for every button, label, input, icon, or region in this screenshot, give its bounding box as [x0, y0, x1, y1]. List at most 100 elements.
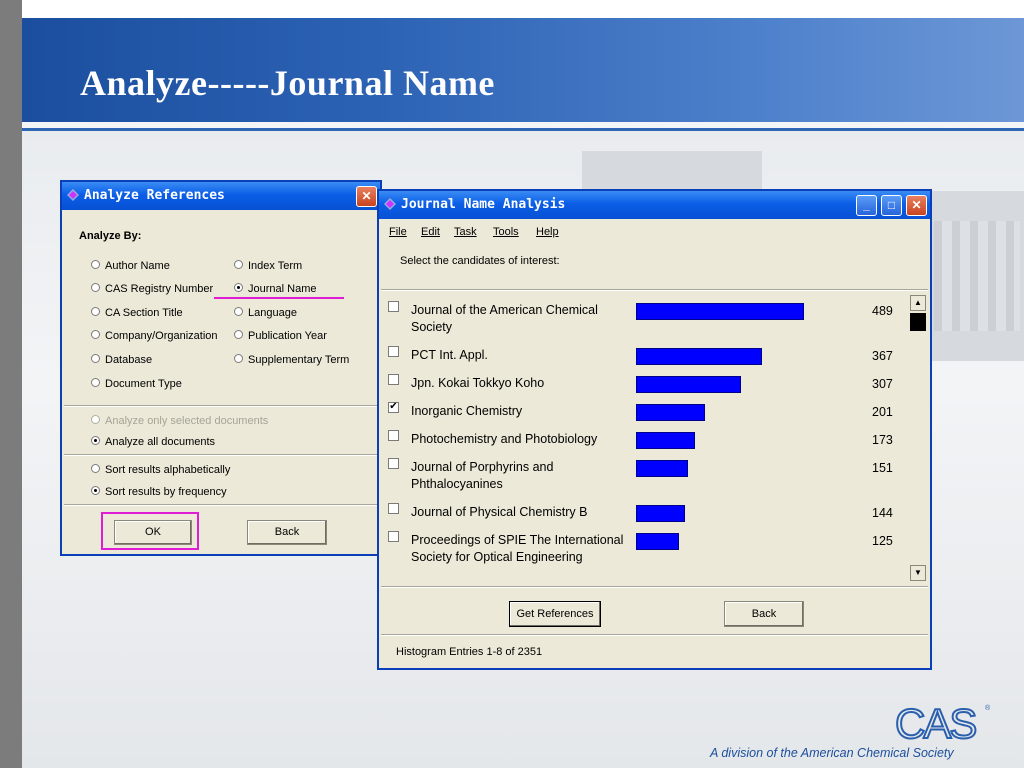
- journal-count: 125: [872, 534, 893, 548]
- radio-analyze-selected[interactable]: [91, 415, 100, 424]
- maximize-icon[interactable]: □: [881, 195, 902, 216]
- option-index-term[interactable]: Index Term: [248, 260, 302, 272]
- row-checkbox[interactable]: [388, 531, 399, 542]
- radio-publication-year[interactable]: [234, 330, 243, 339]
- option-publication-year[interactable]: Publication Year: [248, 330, 327, 342]
- close-icon[interactable]: ✕: [356, 186, 377, 207]
- analyze-references-titlebar[interactable]: Analyze References ✕: [62, 182, 380, 210]
- app-diamond-icon: [384, 198, 396, 210]
- close-icon[interactable]: ✕: [906, 195, 927, 216]
- histogram-bar: [636, 404, 705, 421]
- row-checkbox[interactable]: [388, 374, 399, 385]
- divider: [64, 454, 378, 456]
- journal-analysis-titlebar[interactable]: Journal Name Analysis _ □ ✕: [379, 191, 930, 219]
- row-checkbox[interactable]: [388, 430, 399, 441]
- journal-name[interactable]: Proceedings of SPIE The International So…: [411, 532, 629, 566]
- journal-name-highlight-underline: [214, 297, 344, 299]
- menu-tools[interactable]: Tools: [493, 226, 519, 238]
- menu-task[interactable]: Task: [454, 226, 477, 238]
- back-button[interactable]: Back: [724, 601, 804, 627]
- back-button[interactable]: Back: [247, 520, 327, 545]
- histogram-bar: [636, 303, 804, 320]
- option-ca-section-title[interactable]: CA Section Title: [105, 307, 183, 319]
- radio-author-name[interactable]: [91, 260, 100, 269]
- journal-count: 489: [872, 304, 893, 318]
- divider: [381, 586, 928, 588]
- row-checkbox[interactable]: [388, 301, 399, 312]
- scroll-up-icon[interactable]: ▲: [910, 295, 926, 311]
- journal-count: 144: [872, 506, 893, 520]
- option-journal-name[interactable]: Journal Name: [248, 283, 316, 295]
- menu-help-label: Help: [536, 226, 559, 238]
- instruction-text: Select the candidates of interest:: [400, 255, 560, 267]
- histogram-bar: [636, 432, 695, 449]
- journal-count: 151: [872, 461, 893, 475]
- journal-count: 367: [872, 349, 893, 363]
- option-company-organization[interactable]: Company/Organization: [105, 330, 218, 342]
- option-sort-alphabetically[interactable]: Sort results alphabetically: [105, 464, 230, 476]
- option-cas-registry-number[interactable]: CAS Registry Number: [105, 283, 213, 295]
- radio-supplementary-term[interactable]: [234, 354, 243, 363]
- radio-document-type[interactable]: [91, 378, 100, 387]
- cas-logo-text: CAS: [895, 700, 976, 744]
- radio-index-term[interactable]: [234, 260, 243, 269]
- radio-cas-registry-number[interactable]: [91, 283, 100, 292]
- radio-analyze-all[interactable]: [91, 436, 100, 445]
- journal-count: 173: [872, 433, 893, 447]
- radio-ca-section-title[interactable]: [91, 307, 100, 316]
- menu-edit[interactable]: Edit: [421, 226, 440, 238]
- svg-text:®: ®: [985, 704, 991, 712]
- cas-logo: CAS ®: [894, 700, 991, 744]
- scrollbar-thumb[interactable]: [910, 313, 926, 331]
- option-author-name[interactable]: Author Name: [105, 260, 170, 272]
- journal-analysis-title: Journal Name Analysis: [401, 197, 566, 212]
- radio-company-organization[interactable]: [91, 330, 100, 339]
- get-references-button[interactable]: Get References: [509, 601, 601, 627]
- menu-file-label: File: [389, 226, 407, 238]
- menu-tools-label: Tools: [493, 226, 519, 238]
- radio-sort-by-frequency[interactable]: [91, 486, 100, 495]
- divider: [381, 634, 928, 636]
- option-analyze-selected[interactable]: Analyze only selected documents: [105, 415, 268, 427]
- analyze-by-label: Analyze By:: [79, 230, 142, 242]
- row-checkbox[interactable]: [388, 458, 399, 469]
- menu-file[interactable]: File: [389, 226, 407, 238]
- minimize-icon[interactable]: _: [856, 195, 877, 216]
- row-checkbox-checked[interactable]: ✔: [388, 402, 399, 413]
- journal-name[interactable]: Jpn. Kokai Tokkyo Koho: [411, 375, 629, 392]
- option-language[interactable]: Language: [248, 307, 297, 319]
- scroll-down-icon[interactable]: ▼: [910, 565, 926, 581]
- journal-name[interactable]: Photochemistry and Photobiology: [411, 431, 629, 448]
- journal-name[interactable]: Journal of Physical Chemistry B: [411, 504, 629, 521]
- histogram-bar: [636, 348, 762, 365]
- option-document-type[interactable]: Document Type: [105, 378, 182, 390]
- radio-language[interactable]: [234, 307, 243, 316]
- radio-database[interactable]: [91, 354, 100, 363]
- header-top-strip: [22, 0, 1024, 18]
- option-supplementary-term[interactable]: Supplementary Term: [248, 354, 349, 366]
- analyze-references-title: Analyze References: [84, 188, 225, 203]
- ok-button[interactable]: OK: [114, 520, 192, 545]
- histogram-bar: [636, 533, 679, 550]
- app-diamond-icon: [67, 189, 79, 201]
- journal-name[interactable]: Inorganic Chemistry: [411, 403, 629, 420]
- option-database[interactable]: Database: [105, 354, 152, 366]
- analyze-references-dialog: Analyze References ✕ Analyze By: Author …: [60, 180, 382, 556]
- journal-name[interactable]: Journal of the American Chemical Society: [411, 302, 629, 336]
- journal-name-analysis-window: Journal Name Analysis _ □ ✕ File Edit Ta…: [377, 189, 932, 670]
- divider: [64, 405, 378, 407]
- row-checkbox[interactable]: [388, 503, 399, 514]
- menu-help[interactable]: Help: [536, 226, 559, 238]
- radio-sort-alphabetically[interactable]: [91, 464, 100, 473]
- histogram-bar: [636, 505, 685, 522]
- journal-name[interactable]: PCT Int. Appl.: [411, 347, 629, 364]
- row-checkbox[interactable]: [388, 346, 399, 357]
- option-analyze-all[interactable]: Analyze all documents: [105, 436, 215, 448]
- menu-edit-label: Edit: [421, 226, 440, 238]
- option-sort-by-frequency[interactable]: Sort results by frequency: [105, 486, 227, 498]
- status-text: Histogram Entries 1-8 of 2351: [396, 646, 543, 658]
- footer-text: A division of the American Chemical Soci…: [710, 746, 954, 760]
- journal-name[interactable]: Journal of Porphyrins and Phthalocyanine…: [411, 459, 629, 493]
- radio-journal-name[interactable]: [234, 283, 243, 292]
- left-sidebar-bar: [0, 0, 22, 768]
